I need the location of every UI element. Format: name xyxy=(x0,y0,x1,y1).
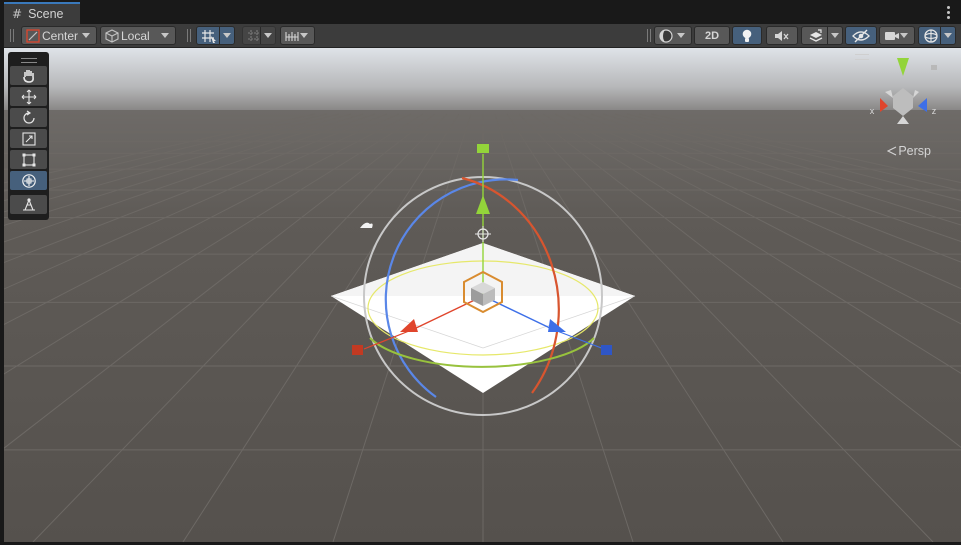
custom-tool-icon xyxy=(22,197,35,211)
toolbar-grip[interactable] xyxy=(647,29,651,42)
gizmo-y-label: y xyxy=(901,56,906,66)
rotate-icon xyxy=(22,110,35,124)
gizmo-z-label: z xyxy=(932,106,937,116)
toggle-2d-button[interactable]: 2D xyxy=(694,26,730,45)
pivot-mode-label: Center xyxy=(42,28,79,43)
tools-overlay xyxy=(8,52,49,220)
x-scale-handle[interactable] xyxy=(352,345,363,355)
z-scale-handle[interactable] xyxy=(601,345,612,355)
gizmo-neg-y-handle[interactable] xyxy=(931,65,937,70)
audio-mute-icon xyxy=(774,29,790,43)
transform-icon xyxy=(21,173,36,188)
gizmos-dropdown[interactable] xyxy=(918,26,956,45)
more-options-icon[interactable] xyxy=(943,4,953,20)
chevron-down-icon xyxy=(677,33,685,38)
chevron-down-icon[interactable] xyxy=(260,27,275,44)
scene-canvas[interactable] xyxy=(4,48,961,542)
ruler-button[interactable] xyxy=(280,26,315,45)
increment-snap-button[interactable] xyxy=(242,26,276,45)
y-scale-handle[interactable] xyxy=(477,144,489,153)
shading-mode-icon xyxy=(659,28,673,43)
chevron-down-icon xyxy=(161,33,169,38)
tab-scene-label: Scene xyxy=(28,7,64,21)
chevron-down-icon xyxy=(300,33,308,38)
hidden-objects-toggle[interactable] xyxy=(845,26,877,45)
tools-drag-handle[interactable] xyxy=(10,54,47,66)
move-tool[interactable] xyxy=(10,87,47,106)
grid-snap-button[interactable] xyxy=(196,26,235,45)
rotate-tool[interactable] xyxy=(10,108,47,127)
pivot-rotation-label: Local xyxy=(121,28,150,43)
lighting-icon xyxy=(741,29,753,43)
increment-snap-icon xyxy=(247,29,261,43)
gizmo-x-cone[interactable] xyxy=(880,98,888,112)
hand-icon xyxy=(22,69,34,83)
gizmos-icon xyxy=(923,28,939,44)
camera-icon xyxy=(884,30,900,42)
projection-label: Persp xyxy=(898,144,931,158)
toolbar-grip[interactable] xyxy=(187,29,191,42)
effects-dropdown[interactable] xyxy=(801,26,843,45)
chevron-down-icon xyxy=(900,33,908,38)
pivot-center-icon xyxy=(26,28,40,43)
chevron-down-icon[interactable] xyxy=(219,27,234,44)
move-icon xyxy=(21,89,36,104)
rect-icon xyxy=(22,153,35,166)
skybox xyxy=(4,48,961,118)
chevron-down-icon xyxy=(82,33,90,38)
rect-tool[interactable] xyxy=(10,150,47,169)
scene-toolbar: Center Local 2D xyxy=(4,24,961,48)
gizmo-neg-x-cone[interactable] xyxy=(913,90,919,98)
lighting-toggle[interactable] xyxy=(732,26,762,45)
tab-bar: # Scene xyxy=(0,0,961,24)
chevron-down-icon[interactable] xyxy=(940,27,955,44)
transform-tool[interactable] xyxy=(10,171,47,190)
hand-tool[interactable] xyxy=(10,66,47,85)
audio-toggle[interactable] xyxy=(766,26,798,45)
pivot-rotation-dropdown[interactable]: Local xyxy=(100,26,176,45)
perspective-icon xyxy=(887,146,897,156)
gizmo-center-cube[interactable] xyxy=(893,88,913,116)
toolbar-grip[interactable] xyxy=(10,29,14,42)
gizmo-x-label: x xyxy=(870,106,875,116)
cube-local-icon xyxy=(105,28,119,43)
tab-scene[interactable]: # Scene xyxy=(4,2,80,24)
ruler-icon xyxy=(285,29,299,43)
scale-icon xyxy=(21,131,36,146)
scene-window: # Scene Center Local 2D y x z Persp xyxy=(0,0,961,545)
orientation-gizmo[interactable]: y x z xyxy=(861,52,951,152)
effects-icon xyxy=(808,28,824,43)
scene-viewport[interactable]: y x z Persp xyxy=(4,48,961,542)
toggle-2d-label: 2D xyxy=(704,29,720,42)
camera-dropdown[interactable] xyxy=(879,26,915,45)
custom-tool[interactable] xyxy=(10,195,47,214)
grid-snap-icon xyxy=(201,29,217,43)
gizmo-neg-z-cone[interactable] xyxy=(885,90,893,98)
scale-tool[interactable] xyxy=(10,129,47,148)
hidden-objects-icon xyxy=(852,29,870,43)
chevron-down-icon[interactable] xyxy=(827,27,842,44)
gizmo-z-cone[interactable] xyxy=(918,98,927,112)
hash-icon: # xyxy=(12,7,23,21)
gizmo-neg-y-cone[interactable] xyxy=(897,116,909,124)
pivot-mode-dropdown[interactable]: Center xyxy=(21,26,97,45)
shading-mode-dropdown[interactable] xyxy=(654,26,692,45)
projection-toggle[interactable]: Persp xyxy=(887,144,931,158)
